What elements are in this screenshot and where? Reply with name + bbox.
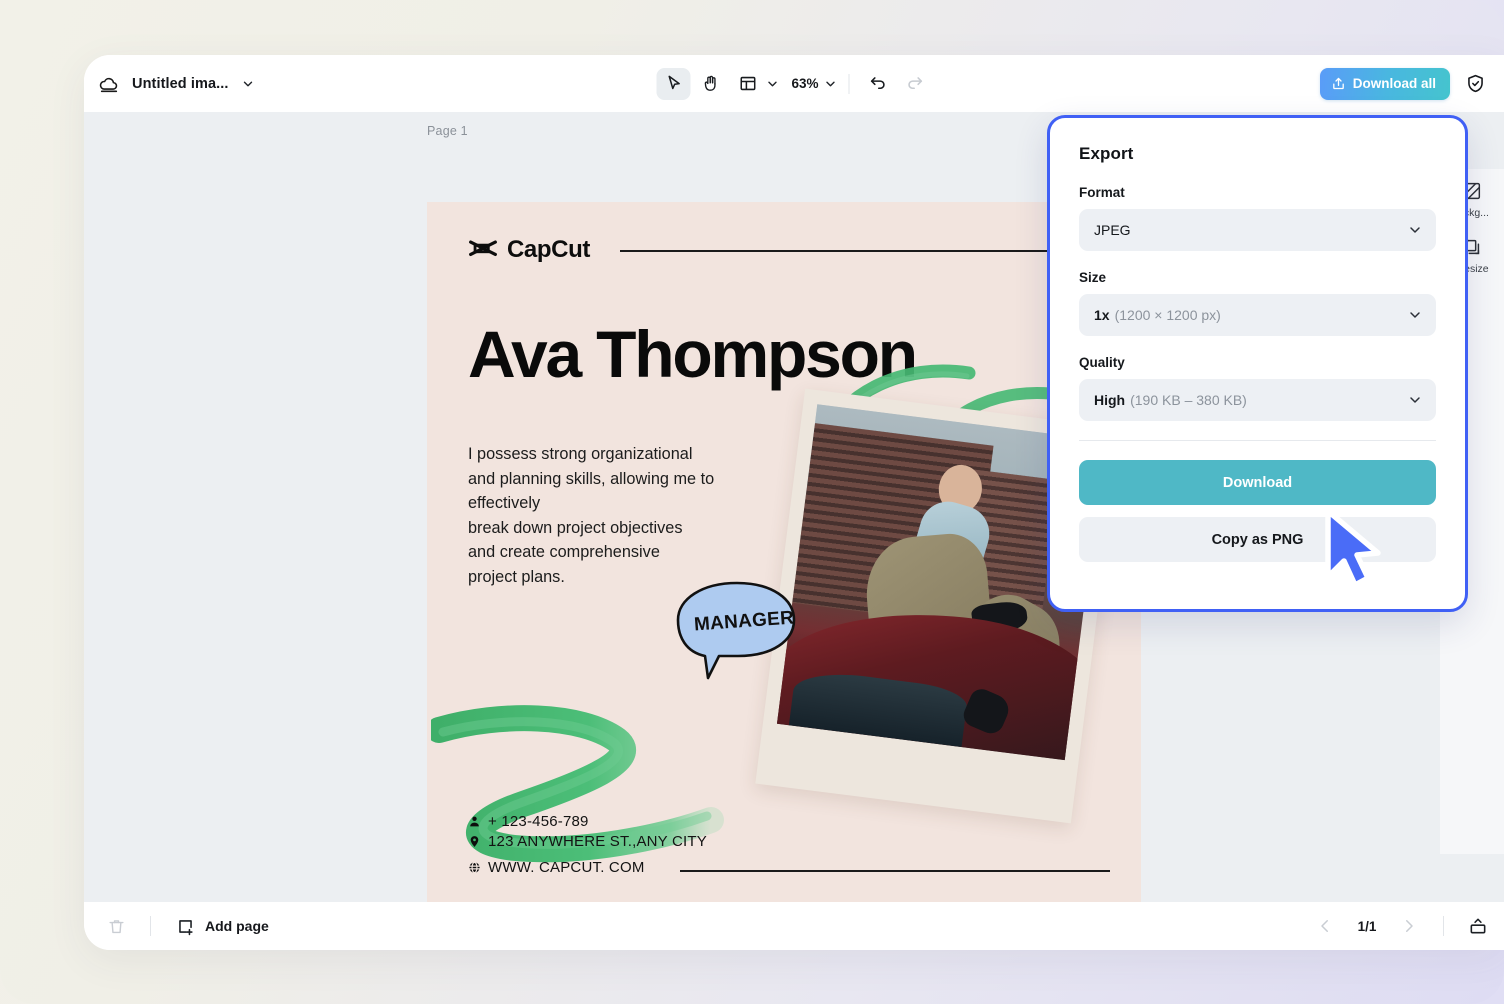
- poster-body-text: I possess strong organizational and plan…: [468, 442, 730, 590]
- layout-grid-tool[interactable]: [730, 68, 764, 100]
- redo-icon: [898, 68, 932, 100]
- poster-bottom-rule: [680, 870, 1110, 872]
- contact-row-phone: + 123-456-789: [467, 815, 867, 828]
- chevron-left-icon[interactable]: [1313, 914, 1337, 938]
- bottom-left-group: Add page: [104, 914, 269, 938]
- capcut-wordmark: CapCut: [507, 236, 590, 263]
- zoom-control-group[interactable]: 63%: [782, 76, 837, 91]
- quality-field-label: Quality: [1079, 355, 1125, 370]
- poster-body-line: and planning skills, allowing me to: [468, 469, 715, 488]
- location-pin-icon: [467, 835, 481, 848]
- export-panel: Export Format JPEG Size 1x (1200 × 1200 …: [1047, 115, 1468, 612]
- quality-select-value: High: [1094, 392, 1126, 408]
- chevron-down-icon: [1407, 307, 1423, 323]
- quality-select[interactable]: High (190 KB – 380 KB): [1079, 379, 1436, 421]
- zoom-level-value[interactable]: 63%: [782, 76, 822, 91]
- contact-phone: + 123-456-789: [488, 815, 589, 828]
- chevron-down-icon[interactable]: [765, 77, 779, 91]
- poster-body-line: I possess strong organizational: [468, 445, 693, 463]
- size-select-detail: (1200 × 1200 px): [1114, 307, 1221, 323]
- bottom-toolbar: Add page 1/1: [84, 902, 1504, 950]
- poster-body-line: and create comprehensive: [468, 543, 660, 562]
- quality-select-detail: (190 KB – 380 KB): [1130, 392, 1247, 408]
- person-icon: [467, 815, 481, 828]
- present-export-icon[interactable]: [1466, 914, 1490, 938]
- add-page-label: Add page: [205, 918, 269, 934]
- page-label: Page 1: [427, 124, 468, 138]
- size-select[interactable]: 1x (1200 × 1200 px): [1079, 294, 1436, 336]
- size-field-label: Size: [1079, 270, 1107, 285]
- add-page-icon: [173, 914, 197, 938]
- contact-address: 123 ANYWHERE ST.,ANY CITY: [488, 832, 707, 850]
- download-all-label: Download all: [1352, 76, 1436, 91]
- chevron-down-icon[interactable]: [241, 77, 255, 91]
- download-button[interactable]: Download: [1079, 460, 1436, 505]
- cloud-sync-icon: [98, 73, 120, 95]
- undo-icon[interactable]: [861, 68, 895, 100]
- poster-body-line: effectively: [468, 494, 541, 513]
- contact-row-address: 123 ANYWHERE ST.,ANY CITY: [467, 828, 867, 854]
- format-select-value: JPEG: [1094, 222, 1131, 238]
- bottom-divider-right: [1443, 916, 1444, 936]
- download-all-button[interactable]: Download all: [1319, 67, 1450, 100]
- layout-tool-group[interactable]: [730, 68, 779, 100]
- contact-row-website: WWW. CAPCUT. COM: [467, 854, 867, 880]
- copy-as-png-button[interactable]: Copy as PNG: [1079, 517, 1436, 562]
- toolbar-divider: [848, 73, 850, 94]
- bottom-right-group: 1/1: [1313, 914, 1490, 938]
- chevron-down-icon: [1407, 222, 1423, 238]
- format-field-label: Format: [1079, 185, 1125, 200]
- chevron-down-icon[interactable]: [824, 77, 838, 91]
- toolbar-right-group: Download all: [1319, 55, 1488, 112]
- capcut-logo: CapCut: [468, 236, 590, 264]
- chevron-down-icon: [1407, 392, 1423, 408]
- contact-website: WWW. CAPCUT. COM: [488, 858, 645, 876]
- top-toolbar: Untitled ima... 63% Download all: [84, 55, 1504, 112]
- capcut-mark-icon: [469, 240, 497, 256]
- artboard-page-1[interactable]: CapCut Ava Thompson I possess strong org…: [427, 202, 1141, 902]
- chevron-right-icon[interactable]: [1397, 914, 1421, 938]
- poster-top-rule: [620, 250, 1118, 252]
- poster-body-line: break down project objectives: [468, 518, 683, 537]
- upload-share-icon: [1331, 76, 1346, 91]
- toolbar-left-group: Untitled ima...: [84, 73, 255, 95]
- page-background: Untitled ima... 63% Download all Page 1 …: [0, 0, 1504, 1004]
- format-select[interactable]: JPEG: [1079, 209, 1436, 251]
- add-page-button[interactable]: Add page: [173, 914, 269, 938]
- globe-icon: [467, 861, 481, 874]
- export-panel-divider: [1079, 440, 1436, 441]
- hand-pan-tool[interactable]: [693, 68, 727, 100]
- page-indicator: 1/1: [1357, 918, 1377, 934]
- document-title[interactable]: Untitled ima...: [132, 76, 229, 92]
- manager-speech-bubble[interactable]: MANAGER: [672, 577, 802, 682]
- cursor-select-tool[interactable]: [656, 67, 691, 100]
- bottom-divider: [150, 916, 151, 936]
- toolbar-center-group: 63%: [656, 55, 931, 112]
- export-panel-title: Export: [1079, 144, 1134, 163]
- trash-icon: [104, 914, 128, 938]
- size-select-value: 1x: [1094, 307, 1110, 323]
- shield-check-icon[interactable]: [1462, 71, 1488, 97]
